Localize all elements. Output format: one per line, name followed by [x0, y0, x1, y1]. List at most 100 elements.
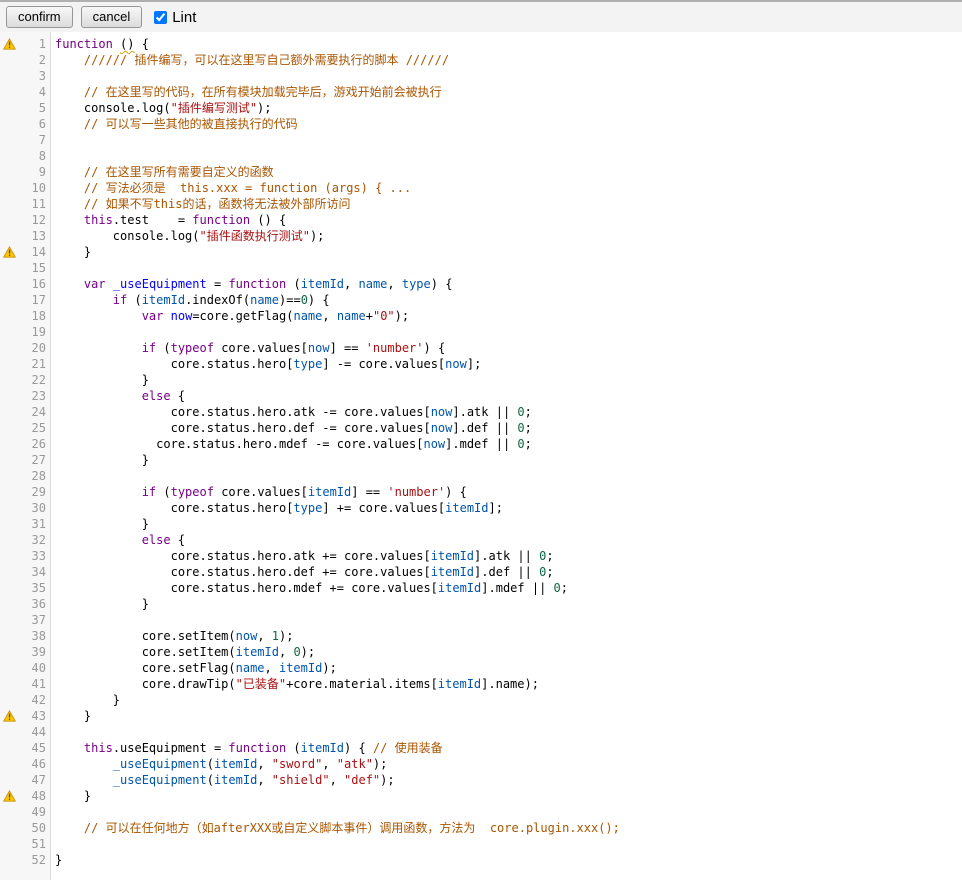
code-line[interactable]: if (itemId.indexOf(name)==0) {	[55, 292, 962, 308]
code-line[interactable]: }	[55, 596, 962, 612]
code-token: name	[236, 661, 265, 675]
line-number: 33	[19, 548, 50, 564]
code-line[interactable]	[55, 324, 962, 340]
code-line[interactable]: }	[55, 692, 962, 708]
code-line[interactable]	[55, 132, 962, 148]
code-line[interactable]: ////// 插件编写，可以在这里写自己额外需要执行的脚本 //////	[55, 52, 962, 68]
code-line[interactable]: core.status.hero.def += core.values[item…	[55, 564, 962, 580]
code-line[interactable]	[55, 148, 962, 164]
line-number: 30	[19, 500, 50, 516]
code-token: itemId	[445, 501, 488, 515]
code-line[interactable]: core.setItem(now, 1);	[55, 628, 962, 644]
gutter-row: 20	[0, 340, 50, 356]
code-line[interactable]: core.status.hero.def -= core.values[now]…	[55, 420, 962, 436]
code-line[interactable]: // 写法必须是 this.xxx = function (args) { ..…	[55, 180, 962, 196]
code-token: core.status.hero.mdef -= core.values[	[55, 437, 423, 451]
gutter-row: 36	[0, 596, 50, 612]
cancel-button[interactable]: cancel	[81, 6, 143, 28]
code-token: itemId	[279, 661, 322, 675]
code-line[interactable]: }	[55, 708, 962, 724]
gutter-row: 13	[0, 228, 50, 244]
line-number: 8	[19, 148, 50, 164]
code-line[interactable]: }	[55, 852, 962, 868]
toolbar: confirm cancel Lint	[0, 0, 962, 32]
code-line[interactable]: core.status.hero.atk -= core.values[now]…	[55, 404, 962, 420]
code-line[interactable]	[55, 468, 962, 484]
code-line[interactable]: core.status.hero.atk += core.values[item…	[55, 548, 962, 564]
code-token: "def"	[344, 773, 380, 787]
code-token: "atk"	[337, 757, 373, 771]
code-line[interactable]: core.status.hero[type] -= core.values[no…	[55, 356, 962, 372]
code-line[interactable]: // 可以在任何地方（如afterXXX或自定义脚本事件）调用函数，方法为 co…	[55, 820, 962, 836]
code-line[interactable]: this.test = function () {	[55, 212, 962, 228]
code-line[interactable]: console.log("插件函数执行测试");	[55, 228, 962, 244]
code-line[interactable]: }	[55, 516, 962, 532]
gutter-row: 15	[0, 260, 50, 276]
code-token: type	[402, 277, 431, 291]
code-line[interactable]: console.log("插件编写测试");	[55, 100, 962, 116]
code-line[interactable]: core.status.hero.mdef -= core.values[now…	[55, 436, 962, 452]
code-pane[interactable]: function () { ////// 插件编写，可以在这里写自己额外需要执行…	[51, 32, 962, 880]
code-token: // 在这里写所有需要自定义的函数	[55, 165, 274, 179]
code-line[interactable]: }	[55, 452, 962, 468]
code-line[interactable]: _useEquipment(itemId, "sword", "atk");	[55, 756, 962, 772]
code-token: _useEquipment	[113, 773, 207, 787]
code-token: core.status.hero[	[55, 357, 293, 371]
code-token: function	[192, 213, 250, 227]
code-line[interactable]	[55, 68, 962, 84]
code-line[interactable]: }	[55, 788, 962, 804]
code-line[interactable]	[55, 260, 962, 276]
code-token: _useEquipment	[113, 277, 207, 291]
gutter-row: 31	[0, 516, 50, 532]
code-line[interactable]: else {	[55, 388, 962, 404]
lint-marker	[0, 710, 19, 722]
code-line[interactable]	[55, 836, 962, 852]
gutter-row: 29	[0, 484, 50, 500]
code-token: ] -= core.values[	[322, 357, 445, 371]
code-line[interactable]: // 可以写一些其他的被直接执行的代码	[55, 116, 962, 132]
confirm-button[interactable]: confirm	[6, 6, 73, 28]
code-line[interactable]: var _useEquipment = function (itemId, na…	[55, 276, 962, 292]
lint-marker	[0, 246, 19, 258]
code-line[interactable]: var now=core.getFlag(name, name+"0");	[55, 308, 962, 324]
line-number: 24	[19, 404, 50, 420]
code-line[interactable]: // 在这里写所有需要自定义的函数	[55, 164, 962, 180]
line-number: 41	[19, 676, 50, 692]
gutter-row: 47	[0, 772, 50, 788]
code-line[interactable]	[55, 804, 962, 820]
gutter-row: 50	[0, 820, 50, 836]
line-number: 34	[19, 564, 50, 580]
code-token: function	[55, 37, 113, 51]
code-token: core.values[	[214, 485, 308, 499]
code-token: =core.getFlag(	[192, 309, 293, 323]
code-line[interactable]: }	[55, 372, 962, 388]
code-token: now	[236, 629, 258, 643]
code-line[interactable]: _useEquipment(itemId, "shield", "def");	[55, 772, 962, 788]
code-line[interactable]: else {	[55, 532, 962, 548]
gutter-row: 7	[0, 132, 50, 148]
code-line[interactable]: // 如果不写this的话，函数将无法被外部所访问	[55, 196, 962, 212]
code-line[interactable]: core.setFlag(name, itemId);	[55, 660, 962, 676]
code-token: now	[431, 405, 453, 419]
code-line[interactable]	[55, 724, 962, 740]
line-number: 29	[19, 484, 50, 500]
code-line[interactable]: // 在这里写的代码，在所有模块加载完毕后，游戏开始前会被执行	[55, 84, 962, 100]
code-line[interactable]	[55, 612, 962, 628]
code-line[interactable]: core.setItem(itemId, 0);	[55, 644, 962, 660]
code-line[interactable]: this.useEquipment = function (itemId) { …	[55, 740, 962, 756]
code-token: ,	[257, 629, 271, 643]
code-line[interactable]: if (typeof core.values[now] == 'number')…	[55, 340, 962, 356]
code-line[interactable]: }	[55, 244, 962, 260]
line-number: 12	[19, 212, 50, 228]
code-line[interactable]: core.drawTip("已装备"+core.material.items[i…	[55, 676, 962, 692]
code-line[interactable]: core.status.hero[type] += core.values[it…	[55, 500, 962, 516]
lint-checkbox[interactable]	[154, 11, 167, 24]
code-token: core.values[	[214, 341, 308, 355]
code-editor[interactable]: 1234567891011121314151617181920212223242…	[0, 32, 962, 880]
code-line[interactable]: core.status.hero.mdef += core.values[ite…	[55, 580, 962, 596]
gutter-row: 32	[0, 532, 50, 548]
code-line[interactable]: if (typeof core.values[itemId] == 'numbe…	[55, 484, 962, 500]
line-number: 26	[19, 436, 50, 452]
line-number: 45	[19, 740, 50, 756]
code-line[interactable]: function () {	[55, 36, 962, 52]
